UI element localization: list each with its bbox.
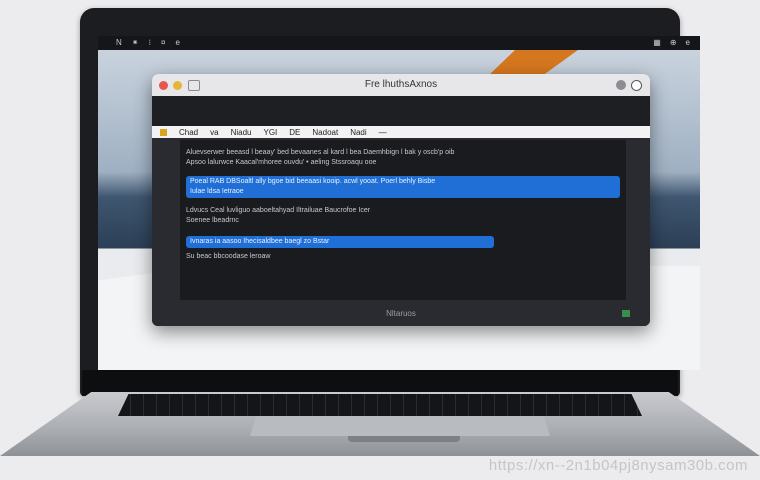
menu-item-app[interactable]: N bbox=[116, 36, 122, 50]
toolbar-item-3[interactable]: Niadu bbox=[231, 128, 252, 137]
selected-line: Ivnaras ia aasoo Ihecisaldbee baegl zo B… bbox=[190, 238, 330, 245]
toolbar-item-6[interactable]: Nadoat bbox=[312, 128, 338, 137]
toolbar-item-4[interactable]: YGI bbox=[263, 128, 277, 137]
menu-item-3[interactable]: ⁝ bbox=[148, 36, 151, 50]
window-controls bbox=[152, 80, 182, 90]
selected-text-block[interactable]: Poeal RAB DBSoaltl ally bgoe bid beeaasi… bbox=[186, 176, 620, 198]
window-title: Fre lhuthsAxnos bbox=[364, 79, 438, 90]
toolbar-item-5[interactable]: DE bbox=[289, 128, 300, 137]
document-content[interactable]: Aluevserwer beeasd l beaay' bed bevaanes… bbox=[180, 140, 626, 300]
laptop-front-notch bbox=[348, 436, 460, 442]
status-indicator-icon bbox=[622, 310, 630, 317]
menu-item-5[interactable]: e bbox=[175, 36, 179, 50]
watermark-url: https://xn--2n1b04pj8nysam30b.com bbox=[488, 457, 748, 474]
window-footer: Nltaruos bbox=[152, 300, 650, 326]
selected-line: Poeal RAB DBSoaltl ally bgoe bid beeaasi… bbox=[190, 178, 436, 185]
content-line: Su beac bbcoodase leroaw bbox=[186, 253, 271, 260]
content-line: Soenee lbeadrnc bbox=[186, 217, 239, 224]
laptop-trackpad bbox=[250, 416, 550, 436]
content-line: Ldvucs Ceal luvliguo aaboeltahyad Iltrai… bbox=[186, 207, 371, 214]
selected-line: Iulae ldsa Ietraoe bbox=[190, 188, 244, 195]
titlebar-info-button[interactable] bbox=[631, 79, 642, 91]
toolbar-item-2[interactable]: va bbox=[210, 128, 218, 137]
window-toolbar: Chad va Niadu YGI DE Nadoat Nadi — bbox=[152, 126, 650, 138]
menu-bar: N ⁕ ⁝ ¤ e ▦ ⊕ e bbox=[98, 36, 700, 50]
sidebar-toggle-icon[interactable] bbox=[188, 79, 200, 91]
folder-icon[interactable] bbox=[160, 128, 167, 136]
minimize-window-button[interactable] bbox=[173, 80, 182, 90]
app-window: Fre lhuthsAxnos Chad va Niadu YGI DE Nad… bbox=[152, 74, 650, 326]
window-header-band bbox=[152, 96, 650, 126]
titlebar-action-button[interactable] bbox=[616, 79, 626, 90]
laptop-keyboard bbox=[118, 394, 642, 416]
content-line: Apsoo lalurwce Kaacal'mhoree ouvdu' • ae… bbox=[186, 159, 377, 166]
content-line: Aluevserwer beeasd l beaay' bed bevaanes… bbox=[186, 149, 455, 156]
selected-text-line[interactable]: Ivnaras ia aasoo Ihecisaldbee baegl zo B… bbox=[186, 236, 494, 248]
toolbar-item-8[interactable]: — bbox=[379, 128, 387, 137]
user-icon[interactable]: e bbox=[686, 36, 690, 50]
status-icon[interactable]: ⊕ bbox=[670, 36, 677, 50]
toolbar-item-7[interactable]: Nadi bbox=[350, 128, 366, 137]
control-center-icon[interactable]: ▦ bbox=[653, 36, 661, 50]
menu-item-2[interactable]: ⁕ bbox=[132, 36, 139, 50]
footer-label: Nltaruos bbox=[386, 308, 416, 318]
menu-item-4[interactable]: ¤ bbox=[161, 36, 165, 50]
toolbar-item-1[interactable]: Chad bbox=[179, 128, 198, 137]
window-titlebar[interactable]: Fre lhuthsAxnos bbox=[152, 74, 650, 96]
close-window-button[interactable] bbox=[159, 80, 168, 90]
